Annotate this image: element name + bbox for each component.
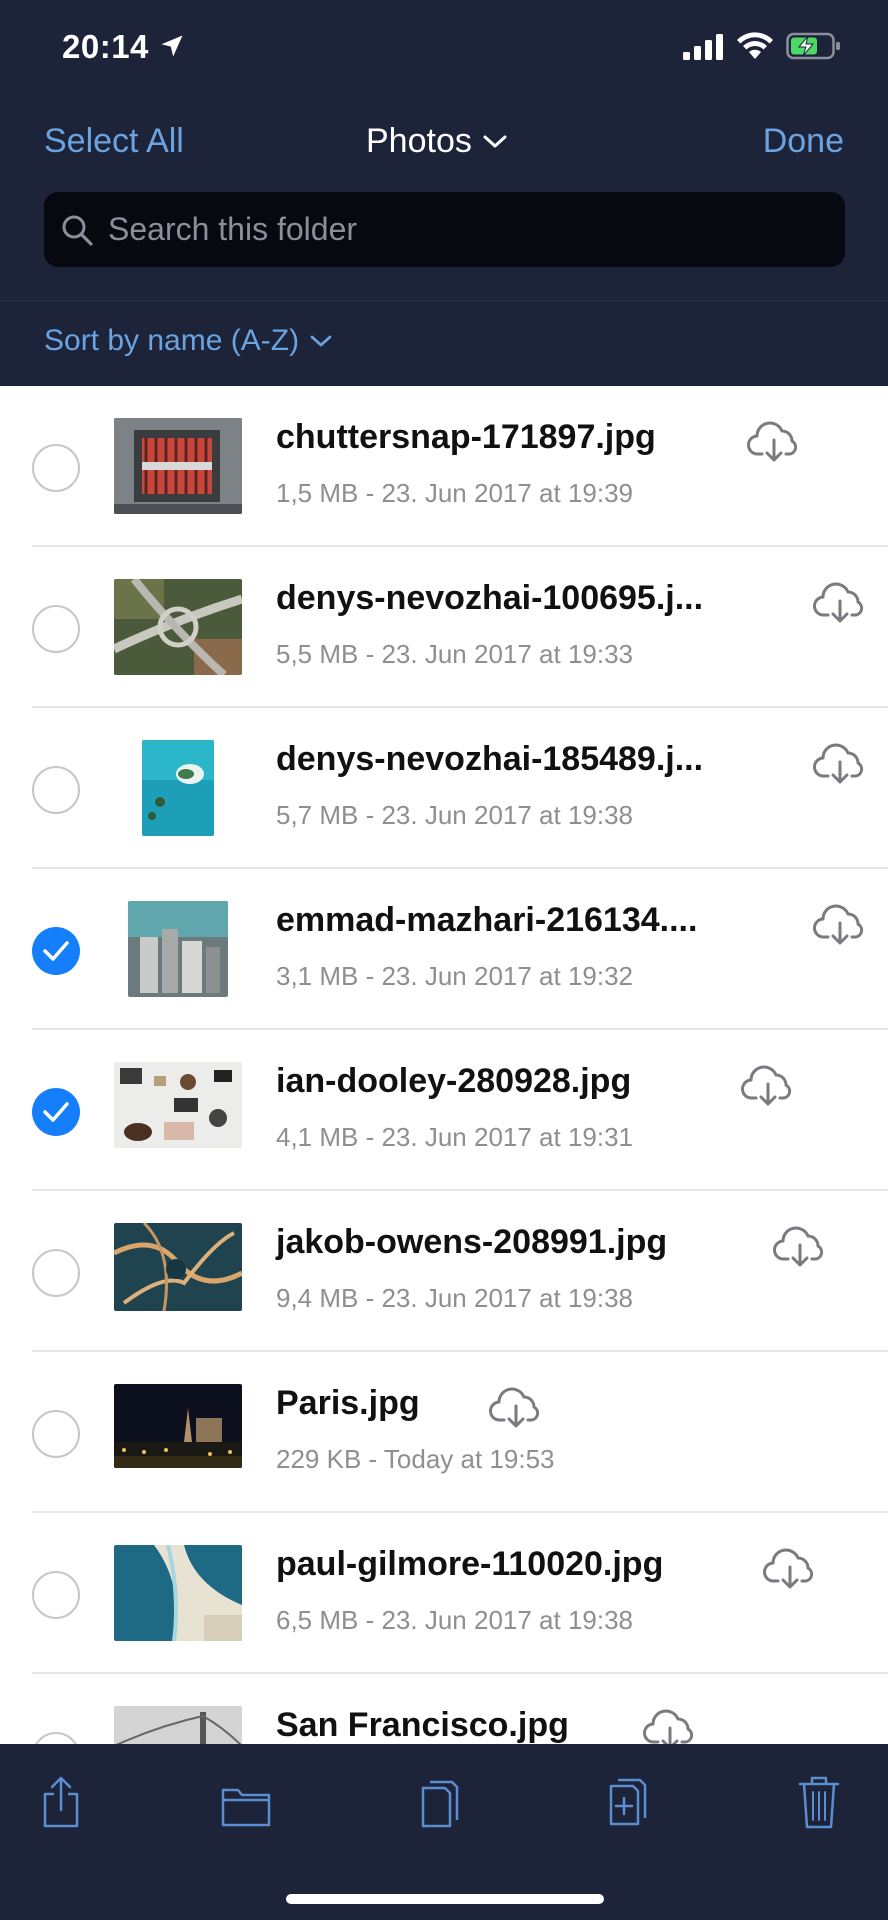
select-checkbox[interactable] bbox=[32, 1571, 80, 1619]
copy-icon[interactable] bbox=[420, 1774, 460, 1830]
file-meta: 5,7 MB - 23. Jun 2017 at 19:38 bbox=[276, 800, 634, 830]
search-bar[interactable] bbox=[44, 192, 845, 267]
file-name: Paris.jpg bbox=[276, 1384, 420, 1422]
file-meta: 5,5 MB - 23. Jun 2017 at 19:33 bbox=[276, 639, 634, 669]
select-checkbox[interactable] bbox=[32, 766, 80, 814]
folder-title: Photos bbox=[366, 122, 472, 160]
cloud-download-icon[interactable] bbox=[740, 1064, 796, 1108]
sort-dropdown[interactable]: Sort by name (A-Z) bbox=[44, 324, 333, 358]
select-checkbox-checked[interactable] bbox=[32, 1088, 80, 1136]
file-row[interactable]: denys-nevozhai-185489.j... 5,7 MB - 23. … bbox=[0, 708, 888, 869]
select-all-button[interactable]: Select All bbox=[44, 122, 184, 161]
file-meta: 9,4 MB - 23. Jun 2017 at 19:38 bbox=[276, 1283, 634, 1313]
file-row[interactable]: Paris.jpg 229 KB - Today at 19:53 bbox=[0, 1352, 888, 1513]
select-checkbox[interactable] bbox=[32, 1249, 80, 1297]
location-arrow-icon bbox=[161, 35, 183, 57]
file-meta: 1,5 MB - 23. Jun 2017 at 19:39 bbox=[276, 478, 634, 508]
status-time: 20:14 bbox=[62, 28, 149, 65]
header-divider bbox=[0, 300, 888, 302]
cloud-download-icon[interactable] bbox=[762, 1547, 818, 1591]
file-row[interactable]: emmad-mazhari-216134.... 3,1 MB - 23. Ju… bbox=[0, 869, 888, 1030]
search-icon bbox=[62, 215, 93, 246]
select-checkbox[interactable] bbox=[32, 1732, 80, 1744]
file-meta: 229 KB - Today at 19:53 bbox=[276, 1444, 555, 1474]
cloud-download-icon[interactable] bbox=[812, 742, 868, 786]
file-meta: 6,5 MB - 23. Jun 2017 at 19:38 bbox=[276, 1605, 634, 1635]
file-name: paul-gilmore-110020.jpg bbox=[276, 1545, 664, 1583]
file-name: ian-dooley-280928.jpg bbox=[276, 1062, 632, 1100]
cloud-download-icon[interactable] bbox=[772, 1225, 828, 1269]
file-thumbnail bbox=[114, 1545, 242, 1641]
battery-charging-icon bbox=[786, 32, 840, 60]
folder-icon[interactable] bbox=[220, 1784, 272, 1828]
file-row[interactable]: paul-gilmore-110020.jpg 6,5 MB - 23. Jun… bbox=[0, 1513, 888, 1674]
duplicate-icon[interactable] bbox=[608, 1774, 648, 1830]
chevron-down-icon bbox=[483, 135, 507, 147]
file-thumbnail bbox=[114, 418, 242, 514]
done-button[interactable]: Done bbox=[763, 122, 844, 161]
cloud-download-icon[interactable] bbox=[746, 420, 802, 464]
file-name: San Francisco.jpg bbox=[276, 1706, 569, 1744]
select-checkbox-checked[interactable] bbox=[32, 927, 80, 975]
select-checkbox[interactable] bbox=[32, 444, 80, 492]
file-thumbnail bbox=[114, 1223, 242, 1311]
file-thumbnail bbox=[114, 579, 242, 675]
select-checkbox[interactable] bbox=[32, 605, 80, 653]
chevron-down-icon bbox=[310, 335, 332, 347]
file-thumbnail bbox=[142, 740, 214, 836]
file-thumbnail bbox=[114, 1062, 242, 1148]
file-row[interactable]: jakob-owens-208991.jpg 9,4 MB - 23. Jun … bbox=[0, 1191, 888, 1352]
share-icon[interactable] bbox=[40, 1774, 82, 1830]
search-input[interactable] bbox=[108, 211, 808, 248]
select-checkbox[interactable] bbox=[32, 1410, 80, 1458]
checkmark-icon bbox=[43, 1102, 69, 1122]
home-indicator[interactable] bbox=[286, 1894, 604, 1904]
trash-icon[interactable] bbox=[798, 1774, 840, 1830]
file-name: emmad-mazhari-216134.... bbox=[276, 901, 698, 939]
cloud-download-icon[interactable] bbox=[812, 581, 868, 625]
checkmark-icon bbox=[43, 941, 69, 961]
file-name: chuttersnap-171897.jpg bbox=[276, 418, 656, 456]
file-meta: 4,1 MB - 23. Jun 2017 at 19:31 bbox=[276, 1122, 634, 1152]
cloud-download-icon[interactable] bbox=[812, 903, 868, 947]
file-row[interactable]: chuttersnap-171897.jpg 1,5 MB - 23. Jun … bbox=[0, 386, 888, 547]
file-name: jakob-owens-208991.jpg bbox=[276, 1223, 668, 1261]
file-thumbnail bbox=[114, 1706, 242, 1744]
file-thumbnail bbox=[114, 1384, 242, 1468]
file-name: denys-nevozhai-100695.j... bbox=[276, 579, 704, 617]
file-name: denys-nevozhai-185489.j... bbox=[276, 740, 704, 778]
sort-label: Sort by name (A-Z) bbox=[44, 324, 300, 357]
status-bar: 20:14 bbox=[0, 0, 888, 96]
cloud-download-icon[interactable] bbox=[488, 1386, 544, 1430]
folder-title-dropdown[interactable]: Photos bbox=[366, 122, 508, 161]
file-thumbnail bbox=[128, 901, 228, 997]
wifi-icon bbox=[737, 32, 773, 59]
file-row[interactable]: denys-nevozhai-100695.j... 5,5 MB - 23. … bbox=[0, 547, 888, 708]
header: 20:14 Select All Photos Done Search this… bbox=[0, 0, 888, 386]
file-row[interactable]: San Francisco.jpg bbox=[0, 1674, 888, 1744]
file-meta: 3,1 MB - 23. Jun 2017 at 19:32 bbox=[276, 961, 634, 991]
cellular-signal-icon bbox=[683, 34, 723, 60]
cloud-download-icon[interactable] bbox=[642, 1708, 698, 1744]
file-row[interactable]: ian-dooley-280928.jpg 4,1 MB - 23. Jun 2… bbox=[0, 1030, 888, 1191]
file-list[interactable]: chuttersnap-171897.jpg 1,5 MB - 23. Jun … bbox=[0, 386, 888, 1744]
